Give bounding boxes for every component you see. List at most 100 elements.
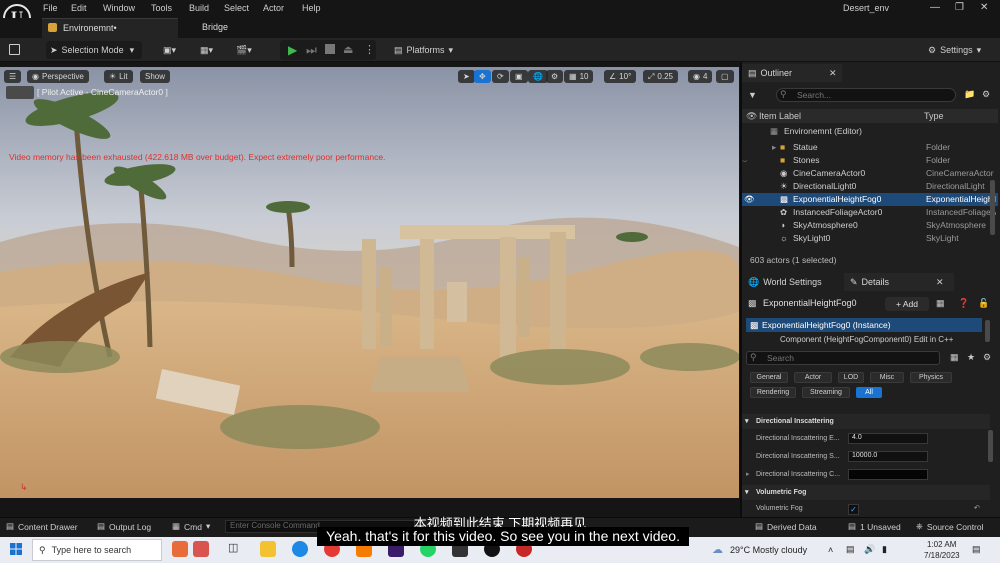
menu-edit[interactable]: Edit — [71, 3, 87, 13]
eject-icon[interactable]: ⏏ — [343, 43, 353, 56]
blueprint-icon[interactable]: ▦ — [936, 298, 945, 309]
taskbar-app-icon[interactable] — [193, 541, 209, 557]
category-actor[interactable]: Actor — [794, 372, 832, 383]
more-options-icon[interactable]: ⋮ — [364, 43, 375, 56]
edge-browser-icon[interactable] — [292, 541, 308, 557]
menu-build[interactable]: Build — [189, 3, 209, 13]
volume-icon[interactable]: 🔊 — [864, 544, 875, 555]
menu-select[interactable]: Select — [224, 3, 249, 13]
menu-tools[interactable]: Tools — [151, 3, 172, 13]
visibility-icon[interactable]: ⌣ — [742, 155, 748, 166]
viewport-menu-icon[interactable]: ☰ — [4, 70, 21, 83]
clock-date[interactable]: 7/18/2023 — [924, 551, 960, 560]
details-settings-icon[interactable]: ⚙ — [983, 352, 991, 363]
details-scrollbar[interactable] — [988, 430, 993, 462]
network-icon[interactable]: ▤ — [846, 544, 855, 555]
favorite-star-icon[interactable]: ★ — [967, 352, 975, 363]
scale-snap-button[interactable]: ⤢ 0.25 — [643, 70, 678, 83]
tray-chevron-up-icon[interactable]: ˄ — [828, 545, 833, 555]
perspective-button[interactable]: ◉ Perspective — [27, 70, 89, 83]
inscattering-start-distance-input[interactable]: 10000.0 — [848, 451, 928, 462]
add-component-button[interactable]: + Add — [885, 297, 929, 311]
grid-snap-button[interactable]: ▦ 10 — [564, 70, 594, 83]
add-content-button[interactable]: ▣▾ — [163, 41, 176, 59]
task-view-icon[interactable]: ◫ — [228, 541, 244, 557]
category-all[interactable]: All — [856, 387, 882, 398]
play-icon[interactable]: ▶ — [288, 43, 297, 57]
menu-actor[interactable]: Actor — [263, 3, 284, 13]
filter-icon[interactable]: ▼ — [748, 90, 757, 100]
stop-icon[interactable] — [325, 44, 335, 54]
lit-button[interactable]: ☀ Lit — [104, 70, 133, 83]
rotation-snap-button[interactable]: ∠ 10° — [604, 70, 637, 83]
lock-icon[interactable]: 🔓 — [978, 298, 989, 309]
pilot-eject-icon[interactable] — [6, 86, 34, 99]
outliner-row[interactable]: ▸ ■ Statue Folder — [742, 141, 998, 154]
world-settings-tab[interactable]: 🌐 World Settings — [742, 273, 842, 291]
menu-help[interactable]: Help — [302, 3, 321, 13]
outliner-row-selected[interactable]: 👁 ▩ ExponentialHeightFog0 ExponentialHei… — [742, 193, 998, 206]
platforms-dropdown[interactable]: ▤ Platforms ▾ — [394, 41, 453, 59]
category-lod[interactable]: LOD — [838, 372, 864, 383]
section-volumetric-fog[interactable]: ▾ Volumetric Fog — [742, 485, 990, 500]
show-button[interactable]: Show — [140, 70, 171, 83]
windows-start-icon[interactable] — [10, 543, 22, 555]
reset-arrow-icon[interactable]: ↶ — [974, 504, 980, 512]
inscattering-color-swatch[interactable] — [848, 469, 928, 480]
component-instance-row[interactable]: ▩ ExponentialHeightFog0 (Instance) — [746, 318, 982, 332]
close-outliner-icon[interactable]: ✕ — [829, 68, 837, 79]
outliner-tab[interactable]: ▤ Outliner — [742, 64, 842, 82]
surface-snap-icon[interactable]: ⚙ — [546, 70, 564, 83]
file-explorer-icon[interactable] — [260, 541, 276, 557]
select-mode-icon[interactable]: ➤ — [458, 70, 475, 83]
menu-file[interactable]: File — [43, 3, 58, 13]
chevron-right-icon[interactable]: ▸ — [746, 470, 750, 478]
category-physics[interactable]: Physics — [910, 372, 952, 383]
outliner-search-input[interactable]: Search... — [776, 88, 956, 102]
category-general[interactable]: General — [750, 372, 788, 383]
close-icon[interactable]: ✕ — [980, 2, 988, 13]
section-directional-inscattering[interactable]: ▾ Directional Inscattering — [742, 414, 990, 429]
details-search-input[interactable]: Search — [746, 351, 940, 365]
outliner-row[interactable]: ▦ Environemnt (Editor) — [742, 125, 998, 138]
outliner-row[interactable]: ☀ DirectionalLight0 DirectionalLight — [742, 180, 998, 193]
col-type[interactable]: Type — [924, 111, 944, 121]
minimize-icon[interactable]: — — [930, 2, 940, 13]
step-icon[interactable]: ⏭ — [306, 43, 317, 58]
table-view-icon[interactable]: ▦ — [950, 352, 959, 363]
weather-icon[interactable]: ☁ — [712, 543, 723, 556]
category-rendering[interactable]: Rendering — [750, 387, 796, 398]
weather-label[interactable]: 29°C Mostly cloudy — [730, 545, 807, 555]
level-viewport[interactable] — [0, 67, 739, 498]
camera-speed-button[interactable]: ◉ 4 — [688, 70, 713, 83]
taskbar-app-icon[interactable] — [172, 541, 188, 557]
save-icon[interactable] — [9, 44, 20, 55]
maximize-viewport-icon[interactable]: ▢ — [716, 70, 734, 83]
category-misc[interactable]: Misc — [870, 372, 904, 383]
world-space-icon[interactable]: 🌐 — [528, 70, 548, 83]
visibility-icon[interactable]: 👁 — [744, 194, 755, 205]
tab-bridge[interactable]: Bridge — [202, 22, 228, 32]
restore-icon[interactable]: ❐ — [955, 2, 964, 13]
outliner-row[interactable]: ⌣ ■ Stones Folder — [742, 154, 998, 167]
translate-icon[interactable]: ✥ — [474, 70, 491, 83]
outliner-row[interactable]: ✿ InstancedFoliageActor0 InstancedFoliag… — [742, 206, 998, 219]
menu-window[interactable]: Window — [103, 3, 135, 13]
notification-icon[interactable]: ▤ — [972, 544, 981, 555]
outliner-row[interactable]: ☼ SkyLight0 SkyLight — [742, 232, 998, 245]
cinematics-button[interactable]: 🎬▾ — [236, 41, 252, 59]
outliner-row[interactable]: ◑ SkyAtmosphere0 SkyAtmosphere — [742, 219, 998, 232]
help-icon[interactable]: ❓ — [958, 298, 969, 309]
outliner-settings-icon[interactable]: ⚙ — [982, 89, 990, 100]
col-item-label[interactable]: Item Label — [759, 111, 801, 121]
selection-mode-dropdown[interactable]: ➤ Selection Mode ▾ — [46, 41, 142, 59]
taskbar-search-input[interactable]: ⚲ Type here to search — [32, 539, 162, 561]
clock-time[interactable]: 1:02 AM — [927, 540, 956, 549]
settings-button[interactable]: ⚙ Settings ▾ — [928, 41, 981, 59]
component-row[interactable]: Component (HeightFogComponent0) Edit in … — [780, 335, 953, 344]
components-scrollbar[interactable] — [985, 320, 990, 342]
tab-environment[interactable]: Environemnt• — [42, 18, 178, 38]
outliner-row[interactable]: ◉ CineCameraActor0 CineCameraActor — [742, 167, 998, 180]
scale-icon[interactable]: ▣ — [510, 70, 528, 83]
outliner-scrollbar[interactable] — [990, 180, 995, 235]
